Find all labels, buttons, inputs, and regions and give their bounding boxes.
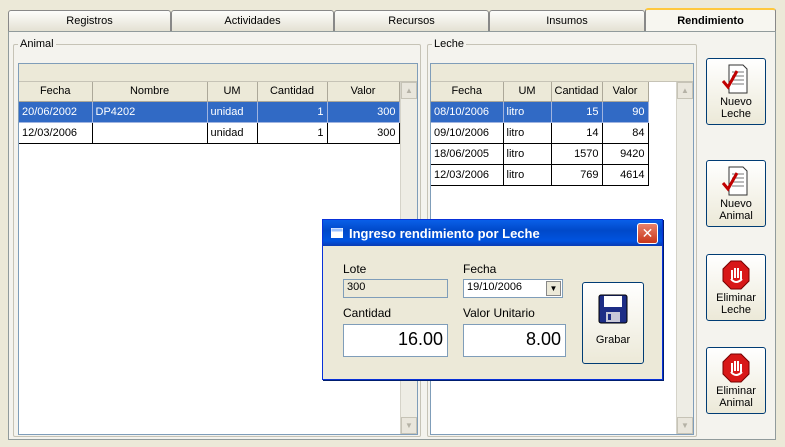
window-icon: [331, 228, 343, 238]
eliminar-leche-line1: Eliminar: [716, 292, 756, 304]
table-row[interactable]: 18/06/2005 litro 1570 9420: [431, 143, 649, 165]
valor-unitario-label: Valor Unitario: [463, 306, 535, 320]
table-row[interactable]: 08/10/2006 litro 15 90: [431, 101, 649, 123]
tab-strip: Registros Actividades Recursos Insumos R…: [8, 8, 776, 34]
animal-col-fecha[interactable]: Fecha: [19, 82, 93, 102]
cell-fecha[interactable]: 18/06/2005: [431, 143, 504, 165]
chevron-down-icon[interactable]: ▼: [546, 281, 561, 296]
nuevo-leche-button[interactable]: Nuevo Leche: [706, 58, 766, 125]
nuevo-animal-button[interactable]: Nuevo Animal: [706, 160, 766, 227]
cantidad-label: Cantidad: [343, 306, 392, 320]
cell-valor[interactable]: 84: [602, 122, 649, 144]
close-icon[interactable]: ✕: [637, 223, 658, 244]
nuevo-leche-line2: Leche: [721, 108, 751, 120]
eliminar-leche-line2: Leche: [721, 304, 751, 316]
cantidad-input[interactable]: 16.00: [343, 324, 448, 357]
cell-fecha[interactable]: 12/03/2006: [19, 122, 93, 144]
leche-table: Fecha UM Cantidad Valor 08/10/2006 litro…: [431, 82, 649, 186]
fecha-label: Fecha: [463, 262, 497, 276]
animal-col-nombre[interactable]: Nombre: [92, 82, 208, 102]
scroll-down-icon[interactable]: ▼: [401, 417, 417, 434]
tab-registros[interactable]: Registros: [8, 10, 171, 32]
cell-cantidad[interactable]: 15: [551, 101, 603, 123]
cell-um[interactable]: unidad: [207, 122, 258, 144]
cell-fecha[interactable]: 20/06/2002: [19, 101, 93, 123]
animal-grid-caption: [19, 64, 417, 82]
table-row[interactable]: 20/06/2002 DP4202 unidad 1 300: [19, 101, 400, 123]
animal-legend: Animal: [20, 38, 54, 50]
cell-nombre[interactable]: [92, 122, 208, 144]
floppy-disk-icon: [598, 294, 628, 324]
tab-insumos[interactable]: Insumos: [489, 10, 645, 32]
stop-hand-icon: [722, 353, 750, 383]
document-check-icon: [721, 64, 748, 94]
animal-col-um[interactable]: UM: [207, 82, 258, 102]
animal-col-valor[interactable]: Valor: [327, 82, 400, 102]
cell-valor[interactable]: 4614: [602, 164, 649, 186]
ingreso-rendimiento-dialog: Ingreso rendimiento por Leche ✕ Lote 300…: [322, 219, 663, 380]
cell-valor[interactable]: 300: [327, 101, 400, 123]
eliminar-animal-line2: Animal: [719, 397, 753, 409]
leche-scrollbar[interactable]: ▲ ▼: [676, 82, 693, 434]
eliminar-animal-button[interactable]: Eliminar Animal: [706, 347, 766, 414]
dialog-title: Ingreso rendimiento por Leche: [349, 225, 540, 241]
table-row[interactable]: 12/03/2006 litro 769 4614: [431, 164, 649, 186]
grabar-button[interactable]: Grabar: [582, 282, 644, 364]
cell-valor[interactable]: 300: [327, 122, 400, 144]
nuevo-animal-line2: Animal: [719, 210, 753, 222]
nuevo-animal-line1: Nuevo: [720, 198, 752, 210]
cell-um[interactable]: litro: [503, 122, 552, 144]
eliminar-animal-line1: Eliminar: [716, 385, 756, 397]
cell-fecha[interactable]: 08/10/2006: [431, 101, 504, 123]
scroll-down-icon[interactable]: ▼: [677, 417, 693, 434]
grabar-label: Grabar: [595, 334, 631, 346]
animal-table: Fecha Nombre UM Cantidad Valor 20/06/200…: [19, 82, 400, 144]
stop-hand-icon: [722, 260, 750, 290]
cell-fecha[interactable]: 09/10/2006: [431, 122, 504, 144]
scroll-up-icon[interactable]: ▲: [677, 82, 693, 99]
cell-cantidad[interactable]: 1: [257, 122, 328, 144]
cell-cantidad[interactable]: 1: [257, 101, 328, 123]
dialog-titlebar[interactable]: Ingreso rendimiento por Leche ✕: [323, 220, 662, 246]
cell-um[interactable]: litro: [503, 143, 552, 165]
cell-nombre[interactable]: DP4202: [92, 101, 208, 123]
cell-um[interactable]: litro: [503, 101, 552, 123]
leche-col-um[interactable]: UM: [503, 82, 552, 102]
nuevo-leche-line1: Nuevo: [720, 96, 752, 108]
cell-fecha[interactable]: 12/03/2006: [431, 164, 504, 186]
table-row[interactable]: 12/03/2006 unidad 1 300: [19, 122, 400, 144]
tab-actividades[interactable]: Actividades: [171, 10, 334, 32]
cell-valor[interactable]: 9420: [602, 143, 649, 165]
tab-recursos[interactable]: Recursos: [334, 10, 489, 32]
scroll-up-icon[interactable]: ▲: [401, 82, 417, 99]
animal-col-cantidad[interactable]: Cantidad: [257, 82, 328, 102]
leche-col-fecha[interactable]: Fecha: [431, 82, 504, 102]
lote-label: Lote: [343, 262, 367, 276]
leche-legend: Leche: [434, 38, 464, 50]
cell-cantidad[interactable]: 14: [551, 122, 603, 144]
leche-col-cantidad[interactable]: Cantidad: [551, 82, 603, 102]
valor-unitario-input[interactable]: 8.00: [463, 324, 566, 357]
table-row[interactable]: 09/10/2006 litro 14 84: [431, 122, 649, 144]
document-check-icon: [721, 166, 748, 196]
cell-cantidad[interactable]: 1570: [551, 143, 603, 165]
fecha-value: 19/10/2006: [467, 281, 523, 293]
cell-um[interactable]: litro: [503, 164, 552, 186]
cell-valor[interactable]: 90: [602, 101, 649, 123]
cell-cantidad[interactable]: 769: [551, 164, 603, 186]
lote-field[interactable]: 300: [343, 279, 448, 298]
cell-um[interactable]: unidad: [207, 101, 258, 123]
leche-grid-caption: [431, 64, 693, 82]
eliminar-leche-button[interactable]: Eliminar Leche: [706, 254, 766, 321]
leche-col-valor[interactable]: Valor: [602, 82, 649, 102]
fecha-combo[interactable]: 19/10/2006 ▼: [463, 279, 563, 298]
